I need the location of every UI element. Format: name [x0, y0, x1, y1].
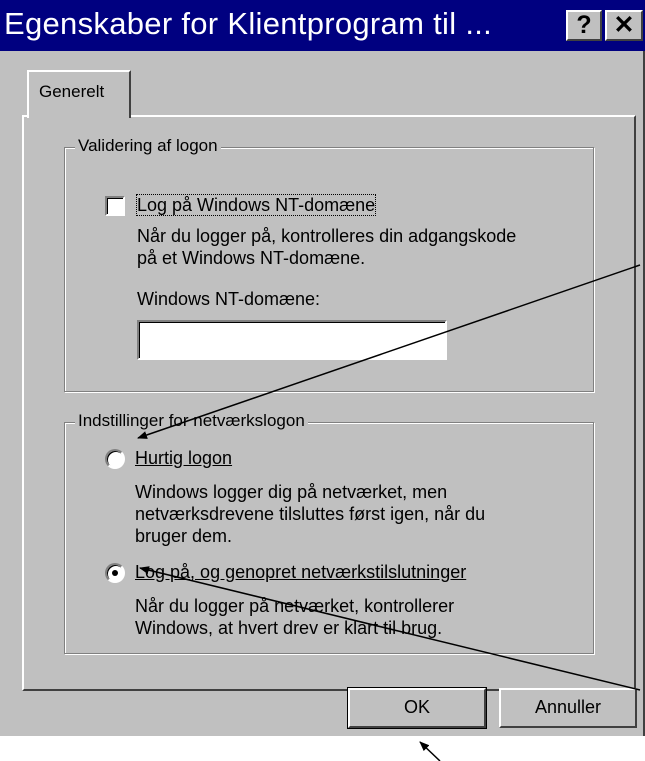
- restore-connections-label[interactable]: Log på, og genopret netværkstilslutninge…: [135, 561, 466, 583]
- logon-validation-description-2: på et Windows NT-domæne.: [137, 248, 366, 268]
- logon-validation-description-1: Når du logger på, kontrolleres din adgan…: [137, 226, 517, 246]
- window-title: Egenskaber for Klientprogram til ...: [4, 6, 493, 41]
- quick-logon-description-2: netværksdrevene tilsluttes først igen, n…: [135, 504, 486, 524]
- close-button[interactable]: ✕: [605, 10, 643, 41]
- nt-domain-checkbox[interactable]: [105, 196, 125, 216]
- quick-logon-description-1: Windows logger dig på netværket, men: [135, 482, 448, 502]
- domain-field-label: Windows NT-domæne:: [137, 289, 321, 309]
- ok-button[interactable]: OK: [347, 687, 487, 729]
- title-bar[interactable]: Egenskaber for Klientprogram til ... ? ✕: [0, 0, 645, 51]
- restore-connections-radio[interactable]: [105, 563, 125, 583]
- page-background: [0, 736, 645, 761]
- domain-input[interactable]: [137, 320, 447, 360]
- radio-selected-dot: [112, 570, 118, 576]
- help-button[interactable]: ?: [566, 10, 602, 41]
- quick-logon-label[interactable]: Hurtig logon: [135, 447, 232, 469]
- quick-logon-description-3: bruger dem.: [135, 526, 233, 546]
- cancel-button[interactable]: Annuller: [499, 688, 637, 728]
- logon-validation-legend: Validering af logon: [75, 136, 221, 156]
- properties-dialog: Egenskaber for Klientprogram til ... ? ✕…: [0, 0, 645, 736]
- network-logon-group: Indstillinger for netværkslogon Hurtig l…: [64, 411, 594, 654]
- nt-domain-checkbox-label[interactable]: Log på Windows NT-domæne: [135, 194, 377, 216]
- tab-generelt[interactable]: Generelt: [27, 70, 131, 118]
- restore-connections-description-2: Windows, at hvert drev er klart til brug…: [135, 618, 443, 638]
- restore-connections-description-1: Når du logger på netværket, kontrollerer: [135, 596, 455, 616]
- tab-panel: Validering af logon Log på Windows NT-do…: [22, 115, 636, 691]
- logon-validation-group: Validering af logon Log på Windows NT-do…: [64, 136, 594, 392]
- quick-logon-radio[interactable]: [105, 449, 125, 469]
- network-logon-legend: Indstillinger for netværkslogon: [75, 411, 308, 431]
- nt-domain-checkbox-label-text: Log på Windows NT-domæne: [135, 194, 377, 216]
